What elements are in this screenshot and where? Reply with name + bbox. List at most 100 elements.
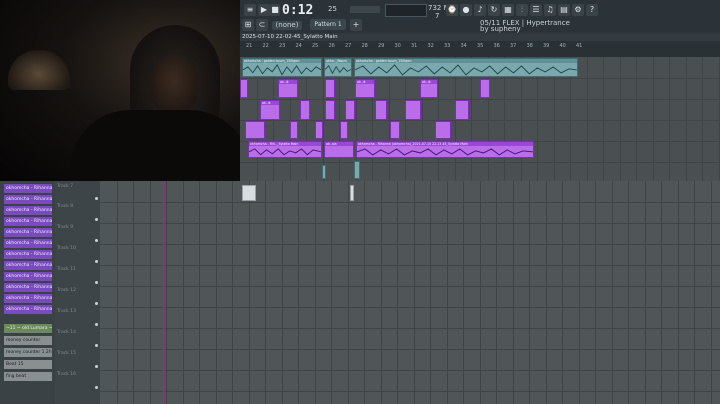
track-mute-dot[interactable] (95, 281, 98, 284)
pattern-item[interactable]: okhomcha - Rihanna (ok.. (4, 206, 52, 215)
pattern-icon[interactable]: ▦ (502, 4, 514, 16)
pattern-item[interactable]: okhomcha - Rihanna (ok.. (4, 294, 52, 303)
track-mute-dot[interactable] (95, 239, 98, 242)
audio-clip[interactable] (390, 121, 400, 139)
audio-clip[interactable]: okhomcha - Rihanna (okhomcha)_2021-07-10… (356, 141, 534, 158)
track-mute-dot[interactable] (95, 197, 98, 200)
pattern-selector[interactable]: Pattern 1 (310, 19, 346, 30)
track-name[interactable]: Track 9 (57, 225, 73, 230)
playhead-marker[interactable] (163, 181, 165, 404)
track-name[interactable]: Track 10 (57, 246, 76, 251)
audio-clip[interactable]: okhomcha - golden touch_150bpm (354, 58, 578, 77)
pattern-item[interactable]: Beat 15 (4, 360, 52, 369)
pattern-item[interactable]: okhomcha - Rihanna (ok.. (4, 184, 52, 193)
pianoroll-icon[interactable]: ♫ (544, 4, 556, 16)
audio-clip[interactable]: okhomcha - Rih.._Sylatto Main (248, 141, 322, 158)
selected-clip[interactable] (350, 185, 354, 201)
pattern-item[interactable]: money counter 1 2h (4, 348, 52, 357)
pattern-item[interactable]: okhomcha - Rihanna (ok.. (4, 195, 52, 204)
track-mute-dot[interactable] (95, 386, 98, 389)
audio-clip[interactable] (345, 100, 355, 120)
track-name[interactable]: Track 7 (57, 184, 73, 189)
audio-clip[interactable]: okho.._Bbpm (324, 58, 352, 77)
audio-clip[interactable] (480, 79, 490, 98)
mode-select[interactable]: (none) (272, 21, 302, 30)
audio-clip[interactable] (290, 121, 298, 139)
menu-icon[interactable]: ≡ (244, 4, 256, 16)
audio-clip[interactable] (435, 121, 451, 139)
record-icon[interactable]: ● (460, 4, 472, 16)
pattern-item[interactable]: okhomcha - Rihanna (ok.. (4, 239, 52, 248)
track-mute-dot[interactable] (95, 365, 98, 368)
pattern-item[interactable]: money counter (4, 336, 52, 345)
pattern-item[interactable]: okhomcha - Rihanna (ok.. (4, 261, 52, 270)
plugin-icon[interactable]: ⚙ (572, 4, 584, 16)
audio-clip[interactable] (322, 165, 326, 179)
audio-clip[interactable]: ok..ik (260, 100, 280, 120)
audio-clip[interactable] (325, 79, 335, 98)
track-name[interactable]: Track 12 (57, 288, 76, 293)
time-display: 0:12 (282, 3, 314, 18)
selected-clip[interactable] (242, 185, 256, 201)
browser-icon[interactable]: ☰ (530, 4, 542, 16)
audio-clip[interactable] (405, 100, 421, 120)
audio-clip[interactable]: ok..ik (355, 79, 375, 98)
audio-clip[interactable] (300, 100, 310, 120)
pattern-item[interactable]: okhomcha - Rihanna (ok.. (4, 272, 52, 281)
track-mute-dot[interactable] (95, 260, 98, 263)
track-name[interactable]: Track 13 (57, 309, 76, 314)
metronome-icon[interactable]: ⌚ (446, 4, 458, 16)
audio-clip[interactable] (340, 121, 348, 139)
track-name[interactable]: Track 15 (57, 351, 76, 356)
track-name[interactable]: Track 16 (57, 372, 76, 377)
pattern-item[interactable]: okhomcha - Rihanna (ok.. (4, 250, 52, 259)
audio-clip[interactable] (455, 100, 469, 120)
track-mute-dot[interactable] (95, 344, 98, 347)
timeline-ruler[interactable]: 21 22 23 24 25 26 27 28 29 30 31 32 33 34 35 36 37 38 39 40… (240, 41, 720, 57)
audio-clip[interactable] (315, 121, 323, 139)
clip-label: ok..aia (325, 142, 353, 146)
mic-icon[interactable]: ♪ (474, 4, 486, 16)
loop-icon[interactable]: ↻ (488, 4, 500, 16)
stop-icon[interactable]: ■ (270, 4, 280, 16)
audio-clip[interactable] (375, 100, 387, 120)
grid-line (100, 244, 720, 245)
track-mute-dot[interactable] (95, 302, 98, 305)
track-name[interactable]: Track 8 (57, 204, 73, 209)
audio-clip[interactable] (325, 100, 335, 120)
play-icon[interactable]: ▶ (258, 4, 270, 16)
track-name[interactable]: Track 14 (57, 330, 76, 335)
grid-line (100, 391, 720, 392)
audio-clip[interactable]: ok..aia (324, 141, 354, 158)
help-icon[interactable]: ? (586, 4, 598, 16)
track-mute-dot[interactable] (95, 218, 98, 221)
audio-clip[interactable] (240, 79, 248, 98)
track-headers: Track 7 Track 8 Track 9 Track 10 Track 1… (55, 181, 100, 404)
pattern-item[interactable]: okhomcha - Rihanna (ok.. (4, 305, 52, 314)
audio-clip[interactable]: ok..ik (420, 79, 438, 98)
audio-clip[interactable] (245, 121, 265, 139)
audio-clip[interactable] (354, 161, 360, 179)
grid-line (100, 349, 720, 350)
magnet-icon[interactable]: ⊂ (256, 19, 268, 31)
pattern-item[interactable]: okhomcha - Rihanna (ok.. (4, 228, 52, 237)
track-mute-dot[interactable] (95, 323, 98, 326)
pattern-list: okhomcha - Rihanna (ok.. okhomcha - Riha… (0, 181, 55, 404)
channel-rack-icon[interactable]: ▤ (558, 4, 570, 16)
ruler-tick: 33 (444, 43, 451, 49)
audio-clip[interactable]: ok..ik (278, 79, 298, 98)
audio-clip[interactable]: okhomcha - golden touch_150bpm (242, 58, 322, 77)
playlist-grid-lower[interactable] (100, 181, 720, 404)
pattern-item[interactable]: okhomcha - Rihanna (ok.. (4, 283, 52, 292)
ruler-tick: 38 (526, 43, 533, 49)
grid-line (100, 307, 720, 308)
pattern-item[interactable]: ~11 ~ old Lumara ~ w (4, 324, 52, 333)
add-pattern-icon[interactable]: + (350, 19, 362, 31)
mixer-icon[interactable]: ⫶ (516, 4, 528, 16)
waveform (355, 64, 577, 76)
pattern-item[interactable]: fing beat (4, 372, 52, 381)
snap-icon[interactable]: ⊞ (242, 19, 254, 31)
track-name[interactable]: Track 11 (57, 267, 76, 272)
grid-line (100, 265, 720, 266)
pattern-item[interactable]: okhomcha - Rihanna (ok.. (4, 217, 52, 226)
